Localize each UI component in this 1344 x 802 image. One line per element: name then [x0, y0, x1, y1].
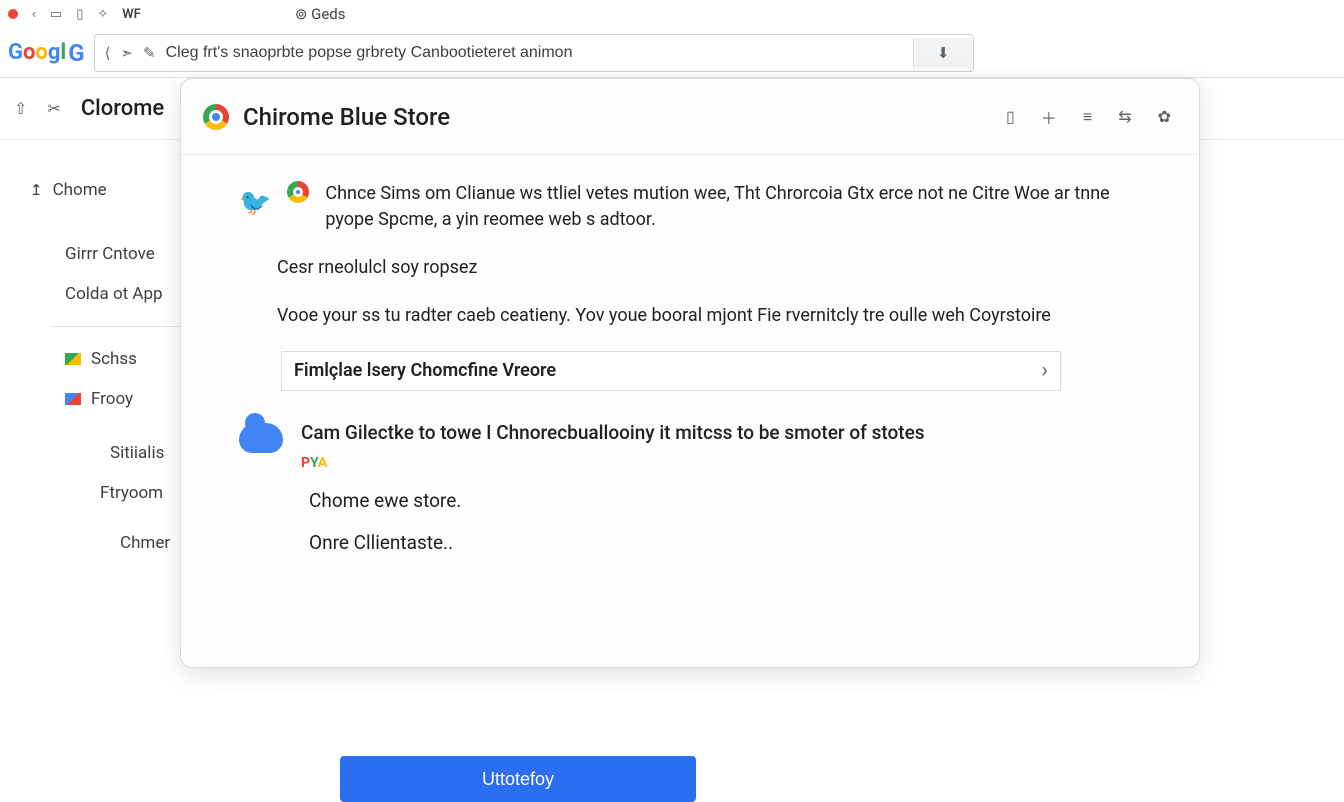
sub-list-item[interactable]: Onre Cllientaste.. [309, 529, 1141, 557]
intro-text: Chnce Sims om Clianue ws ttliel vetes mu… [325, 181, 1141, 233]
sub-list-item[interactable]: Chome ewe store. [309, 487, 1141, 515]
omnibox-action-chip[interactable]: ⬇ [913, 38, 973, 68]
primary-action-button[interactable]: Uttotefoy [340, 756, 696, 802]
bookmark-icon[interactable]: ▯ [1000, 107, 1021, 126]
sidebar-item-ftryoom[interactable]: Ftryoom [0, 473, 180, 513]
address-bar[interactable]: ⟨ ➣ ✎ ⬇ [94, 34, 974, 72]
sidebar-item-frooy[interactable]: Frooy [0, 379, 180, 419]
tab-title-text: Geds [311, 5, 345, 23]
page-heading: Clorome [81, 96, 164, 121]
window-close-dot[interactable] [8, 9, 18, 19]
sidebar: ↥ Chome Girrr Cntove Colda ot App Schss … [0, 140, 180, 768]
sidebar-item-home[interactable]: ↥ Chome [0, 170, 180, 210]
dialog-body: 🐦 Chnce Sims om Clianue ws ttliel vetes … [181, 155, 1199, 590]
page-small-icon[interactable]: ▯ [76, 7, 83, 22]
sidebar-item-label: Ftryoom [100, 483, 163, 503]
sidebar-item-label: Girrr Cntove [65, 244, 155, 264]
store-search-label: Fimlçlae lsery Chomcfine Vreore [294, 358, 1041, 384]
primary-action-label: Uttotefoy [482, 769, 554, 790]
sidebar-item-sitiialis[interactable]: Sitiialis [0, 433, 180, 473]
chrome-small-icon [287, 181, 309, 203]
sidebar-item-label: Sitiialis [110, 443, 164, 463]
tool-icon[interactable]: ✂ [47, 99, 60, 118]
body-line-3: Vooe your ss tu radter caeb ceatieny. Yo… [277, 303, 1141, 329]
toolbar-row: Googl G ⟨ ➣ ✎ ⬇ [0, 28, 1344, 78]
pin-icon[interactable]: ⇧ [14, 99, 27, 118]
badge-row: PYA [301, 453, 925, 473]
menu-lines-icon[interactable]: ≡ [1077, 107, 1098, 127]
download-icon: ⬇ [937, 44, 950, 62]
back-small-icon[interactable]: ‹ [32, 7, 36, 22]
sidebar-item-chmer[interactable]: Chmer [0, 523, 180, 563]
badge-yellow: A [318, 455, 327, 471]
sidebar-item-label: Chome [53, 180, 107, 200]
body-line-2: Cesr rneolulcl soy ropsez [277, 255, 1141, 281]
tab-globe-icon: ⊚ [295, 5, 308, 23]
google-logo: Googl G [8, 39, 84, 67]
window-controls-strip: ‹ ▭ ▯ ✧ WF ⊚ Geds [0, 0, 1344, 28]
add-icon[interactable]: ＋ [1035, 105, 1063, 129]
cloud-row: Cam Gilectke to towe I Chnorecbuallooiny… [239, 419, 1141, 473]
cloud-text: Cam Gilectke to towe I Chnorecbuallooiny… [301, 419, 925, 447]
extensions-icon[interactable]: ✿ [1152, 107, 1177, 126]
nav-back-icon[interactable]: ⟨ [105, 44, 111, 62]
badge-green: Y [310, 455, 318, 471]
sub-list: Chome ewe store. Onre Cllientaste.. [309, 487, 1141, 556]
intro-row: 🐦 Chnce Sims om Clianue ws ttliel vetes … [239, 181, 1141, 233]
folder-icon: ✎ [143, 44, 156, 62]
bookmark-small-icon[interactable]: ▭ [50, 7, 62, 22]
store-dialog: Chirome Blue Store ▯ ＋ ≡ ⇆ ✿ 🐦 Chnce Sim… [180, 78, 1200, 668]
sidebar-item-label: Schss [91, 349, 137, 369]
chrome-logo-icon [203, 104, 229, 130]
cloud-icon [239, 423, 283, 453]
url-input[interactable] [166, 44, 903, 62]
app-icon [65, 393, 81, 405]
app-icon [65, 353, 81, 365]
spark-small-icon[interactable]: ✧ [97, 7, 108, 22]
sidebar-item-label: Colda ot App [65, 284, 163, 304]
main-area: ↥ Chome Girrr Cntove Colda ot App Schss … [0, 140, 1344, 768]
sidebar-item-schss[interactable]: Schss [0, 339, 180, 379]
twitter-bird-icon: 🐦 [239, 185, 271, 223]
settings-icon[interactable]: ⇆ [1112, 107, 1137, 126]
sidebar-item-label: Chmer [120, 533, 170, 553]
dialog-header: Chirome Blue Store ▯ ＋ ≡ ⇆ ✿ [181, 79, 1199, 155]
up-arrow-icon: ↥ [30, 181, 43, 199]
chevron-right-icon: › [1041, 355, 1048, 387]
store-search-row[interactable]: Fimlçlae lsery Chomcfine Vreore › [281, 351, 1061, 391]
tab-title[interactable]: ⊚ Geds [295, 5, 346, 23]
badge-red: P [301, 455, 310, 471]
dialog-title: Chirome Blue Store [243, 103, 450, 131]
send-icon[interactable]: ➣ [120, 44, 133, 62]
sidebar-item-girrr[interactable]: Girrr Cntove [0, 234, 180, 274]
wf-label: WF [122, 7, 141, 22]
sidebar-item-colda[interactable]: Colda ot App [0, 274, 180, 314]
sidebar-item-label: Frooy [91, 389, 133, 409]
